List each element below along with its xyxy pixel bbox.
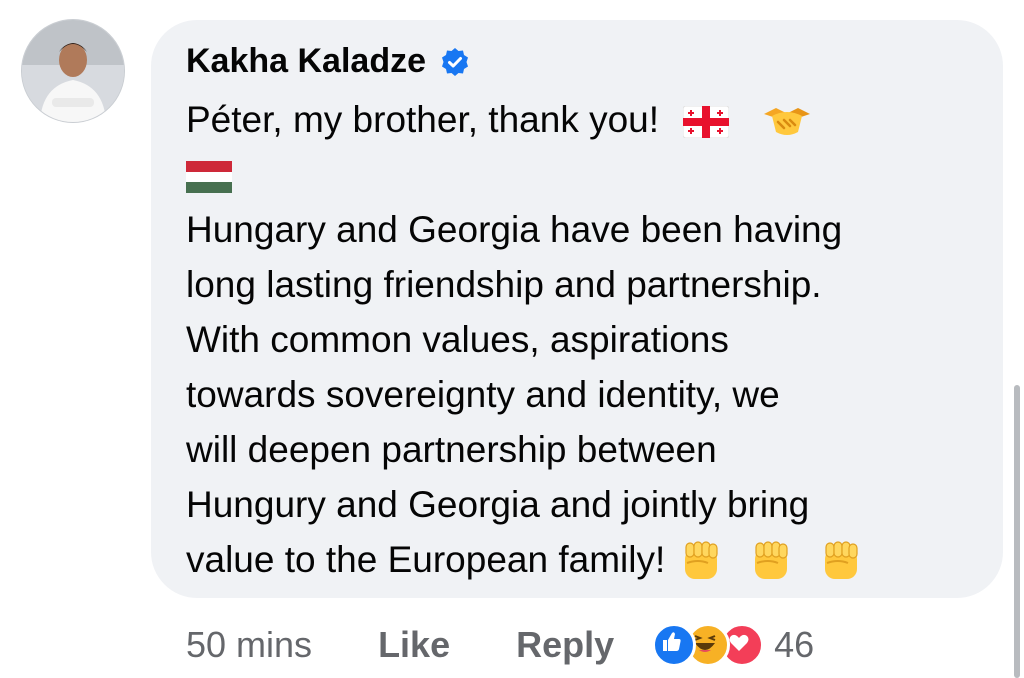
comment-text: Péter, my brother, thank you! Hungary an… (186, 92, 966, 587)
hungary-flag-icon (186, 161, 232, 194)
handshake-icon (762, 104, 812, 140)
comment-timestamp[interactable]: 50 mins (186, 624, 312, 666)
comment-actions: 50 mins Like Reply 46 (186, 620, 1006, 670)
reaction-count: 46 (774, 624, 815, 665)
comment-line (186, 147, 966, 202)
comment-line: towards sovereignty and identity, we (186, 374, 780, 415)
comment-line: Hungary and Georgia have been having (186, 209, 843, 250)
comment-line: will deepen partnership between (186, 429, 717, 470)
raised-fist-icon (818, 539, 864, 585)
scrollbar[interactable] (1014, 385, 1020, 678)
georgia-flag-icon (683, 106, 730, 139)
avatar[interactable] (22, 20, 124, 122)
verified-badge-icon (442, 47, 468, 76)
like-reaction-icon (652, 623, 697, 667)
reply-button[interactable]: Reply (516, 624, 614, 666)
comment-author[interactable]: Kakha Kaladze (186, 42, 470, 81)
comment-line: long lasting friendship and partnership. (186, 264, 822, 305)
like-button[interactable]: Like (378, 624, 450, 666)
author-name[interactable]: Kakha Kaladze (186, 42, 426, 81)
raised-fist-icon (748, 539, 794, 585)
comment-line: Péter, my brother, thank you! (186, 92, 966, 147)
comment-line: With common values, aspirations (186, 319, 729, 360)
reactions-summary[interactable]: 46 (652, 623, 814, 667)
raised-fist-icon (678, 539, 724, 585)
comment-line: value to the European family! (186, 532, 966, 587)
comment-line: Hungury and Georgia and jointly bring (186, 484, 810, 525)
avatar-image (22, 20, 124, 122)
